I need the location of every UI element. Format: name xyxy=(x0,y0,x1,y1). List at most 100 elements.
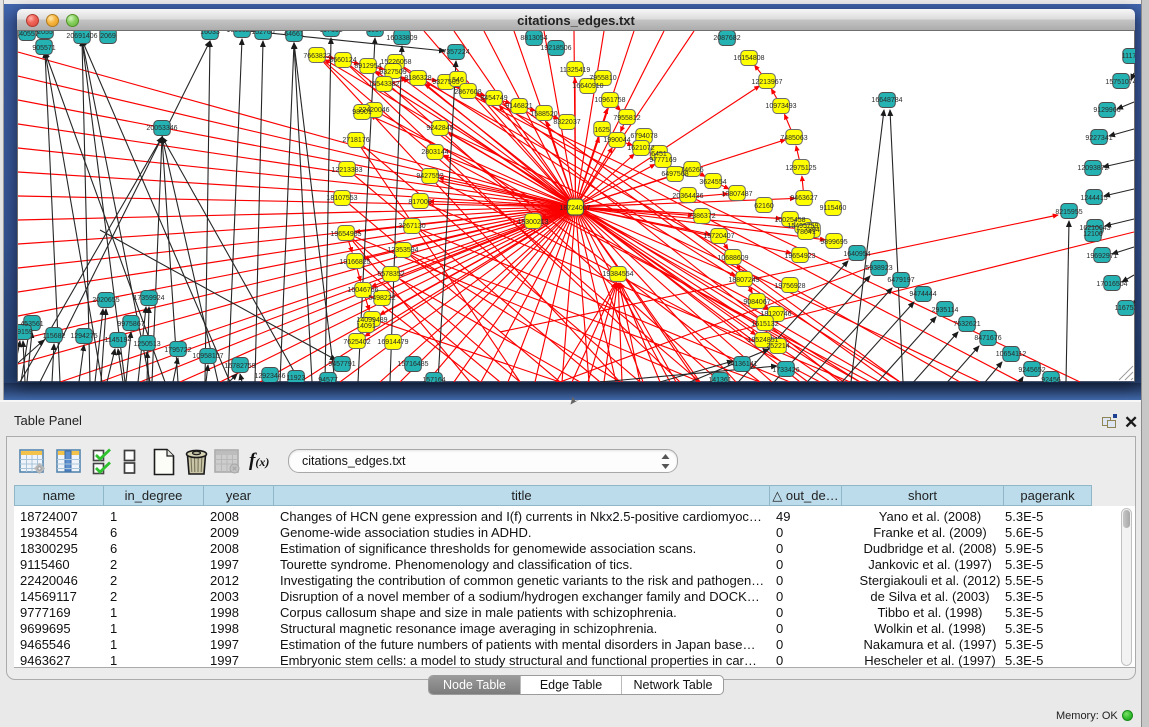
svg-text:8215955: 8215955 xyxy=(1055,209,1082,216)
svg-text:152760: 152760 xyxy=(251,31,274,36)
svg-text:7955810: 7955810 xyxy=(589,75,616,82)
svg-text:19654985: 19654985 xyxy=(330,231,361,238)
svg-text:18724007: 18724007 xyxy=(559,205,590,212)
svg-text:15226058: 15226058 xyxy=(380,59,411,66)
svg-text:16046766: 16046766 xyxy=(347,287,378,294)
svg-text:94577: 94577 xyxy=(318,377,338,382)
svg-text:9084067: 9084067 xyxy=(743,299,770,306)
svg-text:9227341: 9227341 xyxy=(1085,135,1112,142)
svg-text:15751074: 15751074 xyxy=(1105,79,1135,86)
svg-text:15716485: 15716485 xyxy=(397,361,428,368)
svg-text:7386372: 7386372 xyxy=(688,213,715,220)
svg-text:14136141: 14136141 xyxy=(726,361,757,368)
svg-text:19384554: 19384554 xyxy=(602,271,633,278)
svg-text:1990044: 1990044 xyxy=(603,137,630,144)
svg-text:19692971: 19692971 xyxy=(1086,253,1117,260)
svg-text:1057: 1057 xyxy=(367,31,383,34)
svg-text:10961758: 10961758 xyxy=(594,97,625,104)
svg-text:18120746: 18120746 xyxy=(760,311,791,318)
svg-text:746266: 746266 xyxy=(680,167,703,174)
svg-text:9474444: 9474444 xyxy=(909,291,936,298)
svg-text:7955812: 7955812 xyxy=(613,115,640,122)
svg-text:5578352: 5578352 xyxy=(377,271,404,278)
svg-text:20053346: 20053346 xyxy=(146,125,177,132)
svg-text:98901: 98901 xyxy=(352,109,372,116)
svg-text:19166825: 19166825 xyxy=(339,259,370,266)
svg-text:6479197: 6479197 xyxy=(887,277,914,284)
svg-text:12213967: 12213967 xyxy=(751,79,782,86)
svg-text:16914479: 16914479 xyxy=(377,339,408,346)
svg-text:10688609: 10688609 xyxy=(717,255,748,262)
svg-text:3267130: 3267130 xyxy=(398,223,425,230)
svg-text:9146821: 9146821 xyxy=(505,103,532,110)
svg-text:3624554: 3624554 xyxy=(699,179,726,186)
svg-text:8186328: 8186328 xyxy=(404,75,431,82)
svg-text:10807487: 10807487 xyxy=(721,191,752,198)
svg-text:17016504: 17016504 xyxy=(1096,281,1127,288)
svg-text:1145194: 1145194 xyxy=(105,337,132,344)
svg-text:2069: 2069 xyxy=(100,33,116,40)
svg-text:16543382: 16543382 xyxy=(368,81,399,88)
svg-text:2718176: 2718176 xyxy=(342,137,369,144)
svg-text:1615132: 1615132 xyxy=(751,321,778,328)
svg-text:12093872: 12093872 xyxy=(1077,165,1108,172)
svg-text:9427552: 9427552 xyxy=(416,173,443,180)
svg-text:10973493: 10973493 xyxy=(765,103,796,110)
svg-text:16640910: 16640910 xyxy=(572,83,603,90)
svg-text:62160: 62160 xyxy=(754,203,774,210)
svg-text:9975867: 9975867 xyxy=(117,321,144,328)
svg-text:19756928: 19756928 xyxy=(774,283,805,290)
svg-text:7357224: 7357224 xyxy=(442,49,469,56)
svg-text:19218506: 19218506 xyxy=(540,45,571,52)
svg-text:6794078: 6794078 xyxy=(630,133,657,140)
svg-text:817006: 817006 xyxy=(408,199,431,206)
svg-text:5498222: 5498222 xyxy=(368,295,395,302)
svg-text:9777169: 9777169 xyxy=(649,157,676,164)
svg-text:157164: 157164 xyxy=(422,377,445,382)
svg-text:1294275: 1294275 xyxy=(70,333,97,340)
svg-text:9242848: 9242848 xyxy=(426,125,453,132)
svg-text:11923: 11923 xyxy=(287,375,306,382)
svg-text:12923446: 12923446 xyxy=(254,373,285,380)
svg-text:9899695: 9899695 xyxy=(820,239,847,246)
svg-text:546: 546 xyxy=(452,77,464,84)
svg-text:9457791: 9457791 xyxy=(328,361,355,368)
svg-text:39159: 39159 xyxy=(18,329,33,336)
svg-text:8912954: 8912954 xyxy=(354,63,381,70)
svg-text:12213383: 12213383 xyxy=(331,167,362,174)
svg-text:141361: 141361 xyxy=(708,377,731,382)
svg-text:107191: 107191 xyxy=(319,31,342,34)
svg-text:15720407: 15720407 xyxy=(703,233,734,240)
svg-text:16033809: 16033809 xyxy=(386,35,417,42)
svg-text:8813054: 8813054 xyxy=(520,35,547,42)
svg-text:7625402: 7625402 xyxy=(343,339,370,346)
svg-text:115682: 115682 xyxy=(43,333,66,340)
svg-text:453561: 453561 xyxy=(20,321,43,328)
svg-text:64661: 64661 xyxy=(284,31,304,38)
svg-text:20691406: 20691406 xyxy=(66,33,97,40)
svg-text:15300213: 15300213 xyxy=(517,219,548,226)
svg-text:12975125: 12975125 xyxy=(785,165,816,172)
svg-text:7663822: 7663822 xyxy=(303,53,330,60)
svg-text:9129966: 9129966 xyxy=(1093,107,1120,114)
svg-text:5938923: 5938923 xyxy=(865,265,892,272)
svg-text:1250513: 1250513 xyxy=(133,341,160,348)
svg-text:2055: 2055 xyxy=(37,31,53,36)
svg-text:16033: 16033 xyxy=(200,31,220,36)
svg-text:8454749: 8454749 xyxy=(480,95,507,102)
svg-text:19654923: 19654923 xyxy=(784,253,815,260)
svg-text:1795722: 1795722 xyxy=(164,347,191,354)
svg-text:8322037: 8322037 xyxy=(553,119,580,126)
svg-text:1244415: 1244415 xyxy=(1080,195,1107,202)
svg-text:11325419: 11325419 xyxy=(560,67,591,74)
svg-text:2935114: 2935114 xyxy=(932,307,959,314)
svg-text:9245652: 9245652 xyxy=(1018,367,1045,374)
svg-text:2087682: 2087682 xyxy=(713,35,740,42)
svg-text:16154808: 16154808 xyxy=(733,55,764,62)
svg-text:1588520: 1588520 xyxy=(530,111,557,118)
svg-text:2020655: 2020655 xyxy=(92,297,119,304)
svg-text:8471676: 8471676 xyxy=(974,335,1001,342)
svg-text:18807249: 18807249 xyxy=(728,277,759,284)
svg-text:140557: 140557 xyxy=(18,31,39,38)
svg-text:10654112: 10654112 xyxy=(996,351,1027,358)
